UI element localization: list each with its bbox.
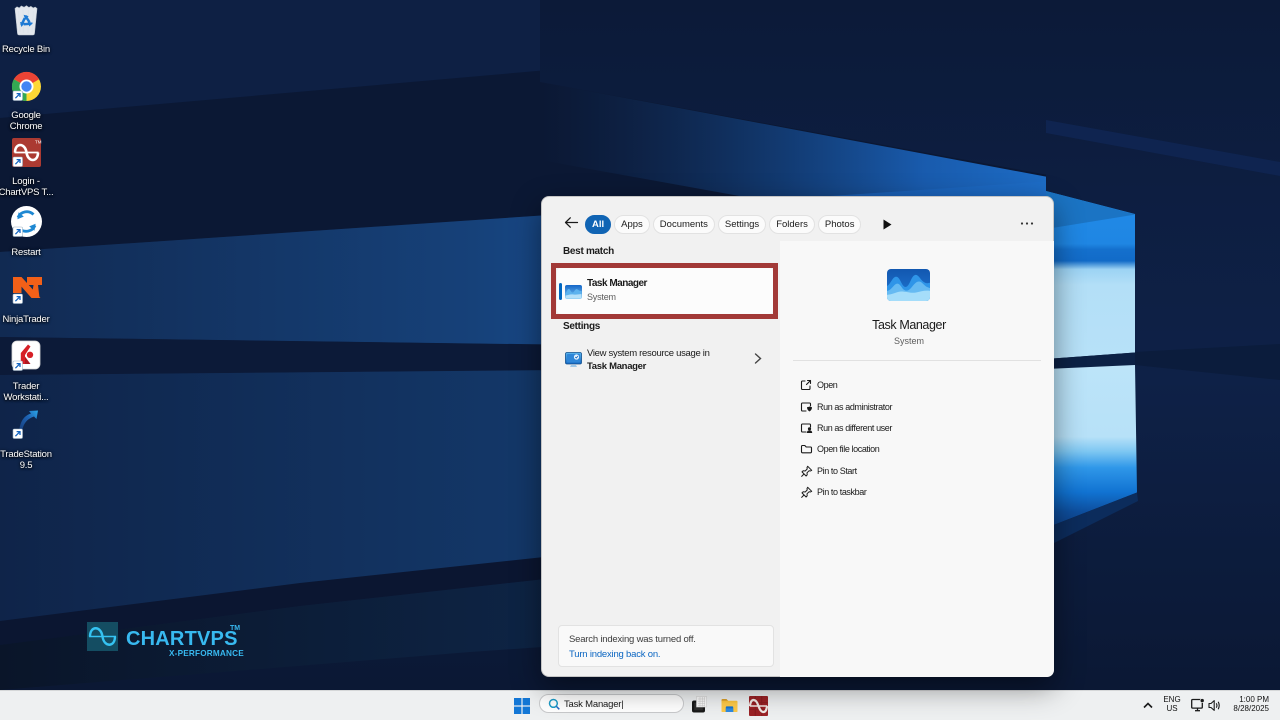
- svg-text:TM: TM: [35, 140, 42, 145]
- svg-text:CHARTVPS: CHARTVPS: [126, 628, 238, 650]
- svg-text:X-PERFORMANCE: X-PERFORMANCE: [169, 649, 244, 658]
- svg-text:TM: TM: [230, 625, 240, 632]
